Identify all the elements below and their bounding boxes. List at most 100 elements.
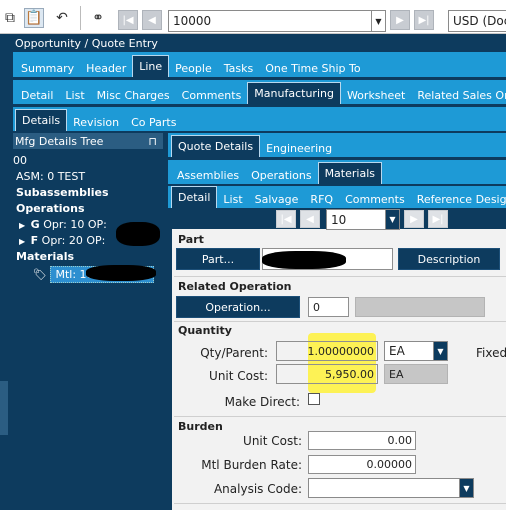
- tree-title: Mfg Details Tree: [15, 134, 104, 148]
- tab-engineering[interactable]: Engineering: [260, 139, 338, 157]
- burden-unit-cost-field[interactable]: 0.00: [308, 431, 416, 450]
- tab-salvage[interactable]: Salvage: [249, 190, 305, 208]
- tab-line[interactable]: Line: [132, 55, 170, 77]
- tab-material-comments[interactable]: Comments: [339, 190, 411, 208]
- toolbar: ⧉ 📋 ↶ ⚭ |◀ ◀ 10000 ▼ ▶ ▶| USD (Doc: [0, 0, 506, 34]
- tab-material-list[interactable]: List: [217, 190, 248, 208]
- tree-assembly[interactable]: ASM: 0 TEST: [16, 170, 85, 183]
- tab-line-detail[interactable]: Detail: [15, 86, 59, 104]
- part-button[interactable]: Part...: [176, 248, 260, 270]
- redaction-mark: [86, 265, 156, 281]
- tab-misc-charges[interactable]: Misc Charges: [91, 86, 176, 104]
- detail-tab-row: Quote Details Engineering: [168, 133, 506, 157]
- chevron-down-icon[interactable]: ▼: [459, 479, 473, 497]
- tab-summary[interactable]: Summary: [15, 59, 80, 77]
- make-direct-checkbox[interactable]: [308, 393, 320, 405]
- section-divider: [174, 321, 506, 322]
- record-value: 10000: [173, 14, 212, 28]
- tree-subassemblies[interactable]: Subassemblies: [16, 186, 109, 199]
- make-direct-label: Make Direct:: [224, 395, 300, 409]
- related-operation-section-label: Related Operation: [178, 280, 292, 293]
- clipboard-icon[interactable]: 📋: [24, 8, 44, 28]
- previous-sequence-button[interactable]: ◀: [300, 210, 320, 228]
- tab-line-list[interactable]: List: [59, 86, 90, 104]
- tab-material-detail[interactable]: Detail: [171, 186, 218, 208]
- tab-people[interactable]: People: [169, 59, 218, 77]
- currency-selector[interactable]: USD (Doc: [448, 10, 506, 32]
- tree-op-10-label: Opr: 10 OP:: [43, 218, 107, 231]
- window-title: Opportunity / Quote Entry: [13, 35, 506, 52]
- unit-cost-label: Unit Cost:: [209, 369, 268, 383]
- record-selector[interactable]: 10000 ▼: [168, 10, 386, 32]
- analysis-code-label: Analysis Code:: [213, 482, 302, 496]
- tab-co-parts[interactable]: Co Parts: [125, 113, 182, 131]
- tab-quote-details[interactable]: Quote Details: [171, 135, 261, 157]
- operation-seq-field[interactable]: 0: [308, 297, 349, 317]
- left-panel-strip: [0, 34, 8, 510]
- tab-tasks[interactable]: Tasks: [218, 59, 259, 77]
- burden-rate-label: Mtl Burden Rate:: [201, 458, 302, 472]
- tree-op-20[interactable]: ▶ F Opr: 20 OP:: [19, 234, 105, 247]
- tree-operations[interactable]: Operations: [16, 202, 85, 215]
- operation-icon: G: [30, 218, 40, 231]
- analysis-code-selector[interactable]: ▼: [308, 478, 474, 498]
- mfg-tab-row: Details Revision Co Parts: [13, 107, 506, 131]
- tree-op-20-label: Opr: 20 OP:: [41, 234, 106, 247]
- redaction-mark: [116, 222, 160, 246]
- tree-materials[interactable]: Materials: [16, 250, 74, 263]
- section-divider: [174, 276, 506, 277]
- material-tab-row: Detail List Salvage RFQ Comments Referen…: [168, 186, 506, 208]
- tab-comments[interactable]: Comments: [176, 86, 248, 104]
- next-record-button[interactable]: ▶: [390, 10, 410, 30]
- qty-uom-selector[interactable]: EA ▼: [384, 341, 448, 361]
- previous-record-button[interactable]: ◀: [142, 10, 162, 30]
- mfg-details-tree: Mfg Details Tree ⊓ 00 ASM: 0 TEST Subass…: [13, 133, 163, 510]
- first-record-button[interactable]: |◀: [118, 10, 138, 30]
- chevron-down-icon[interactable]: ▼: [385, 210, 399, 229]
- tree-root[interactable]: 00: [13, 154, 27, 167]
- unit-cost-field[interactable]: 5,950.00: [276, 364, 378, 384]
- toolbar-divider: [80, 6, 81, 30]
- chevron-down-icon[interactable]: ▼: [371, 11, 385, 31]
- copy-icon[interactable]: ⧉: [0, 8, 20, 28]
- tab-operations[interactable]: Operations: [245, 166, 317, 184]
- undo-icon[interactable]: ↶: [52, 8, 72, 28]
- operation-button[interactable]: Operation...: [176, 296, 300, 318]
- description-button[interactable]: Description: [398, 248, 500, 270]
- burden-rate-field[interactable]: 0.00000: [308, 455, 416, 474]
- quantity-section-label: Quantity: [178, 324, 232, 337]
- last-record-button[interactable]: ▶|: [414, 10, 434, 30]
- expand-icon[interactable]: ▶: [19, 221, 25, 230]
- tab-rfq[interactable]: RFQ: [304, 190, 339, 208]
- currency-value: USD (Doc: [453, 14, 506, 28]
- pin-icon[interactable]: ⊓: [148, 135, 157, 148]
- binoculars-icon[interactable]: ⚭: [88, 8, 108, 28]
- tree-op-10[interactable]: ▶ G Opr: 10 OP:: [19, 218, 107, 231]
- tab-reference-design[interactable]: Reference Design: [411, 190, 506, 208]
- qty-parent-field[interactable]: 1.00000000: [276, 341, 378, 361]
- line-tab-row: Detail List Misc Charges Comments Manufa…: [13, 80, 506, 104]
- chevron-down-icon[interactable]: ▼: [433, 342, 447, 360]
- tab-one-time-ship-to[interactable]: One Time Ship To: [259, 59, 366, 77]
- section-divider: [174, 416, 506, 417]
- tab-assemblies[interactable]: Assemblies: [171, 166, 245, 184]
- tab-header[interactable]: Header: [80, 59, 132, 77]
- tab-revision[interactable]: Revision: [67, 113, 125, 131]
- quote-details-tab-row: Assemblies Operations Materials: [168, 160, 506, 184]
- burden-unit-cost-label: Unit Cost:: [243, 434, 302, 448]
- next-sequence-button[interactable]: ▶: [404, 210, 424, 228]
- redaction-mark: [262, 251, 346, 269]
- main-tab-row: Summary Header Line People Tasks One Tim…: [13, 52, 506, 77]
- qty-uom-value: EA: [389, 344, 405, 358]
- tab-manufacturing[interactable]: Manufacturing: [247, 82, 341, 104]
- tab-worksheet[interactable]: Worksheet: [341, 86, 411, 104]
- section-divider: [174, 503, 506, 504]
- tab-materials[interactable]: Materials: [317, 162, 382, 184]
- expand-icon[interactable]: ▶: [19, 237, 25, 246]
- last-sequence-button[interactable]: ▶|: [428, 210, 448, 228]
- burden-section-label: Burden: [178, 420, 223, 433]
- first-sequence-button[interactable]: |◀: [276, 210, 296, 228]
- sequence-selector[interactable]: 10 ▼: [326, 209, 400, 230]
- tab-related-sales-order[interactable]: Related Sales Order: [411, 86, 506, 104]
- tab-details[interactable]: Details: [15, 109, 68, 131]
